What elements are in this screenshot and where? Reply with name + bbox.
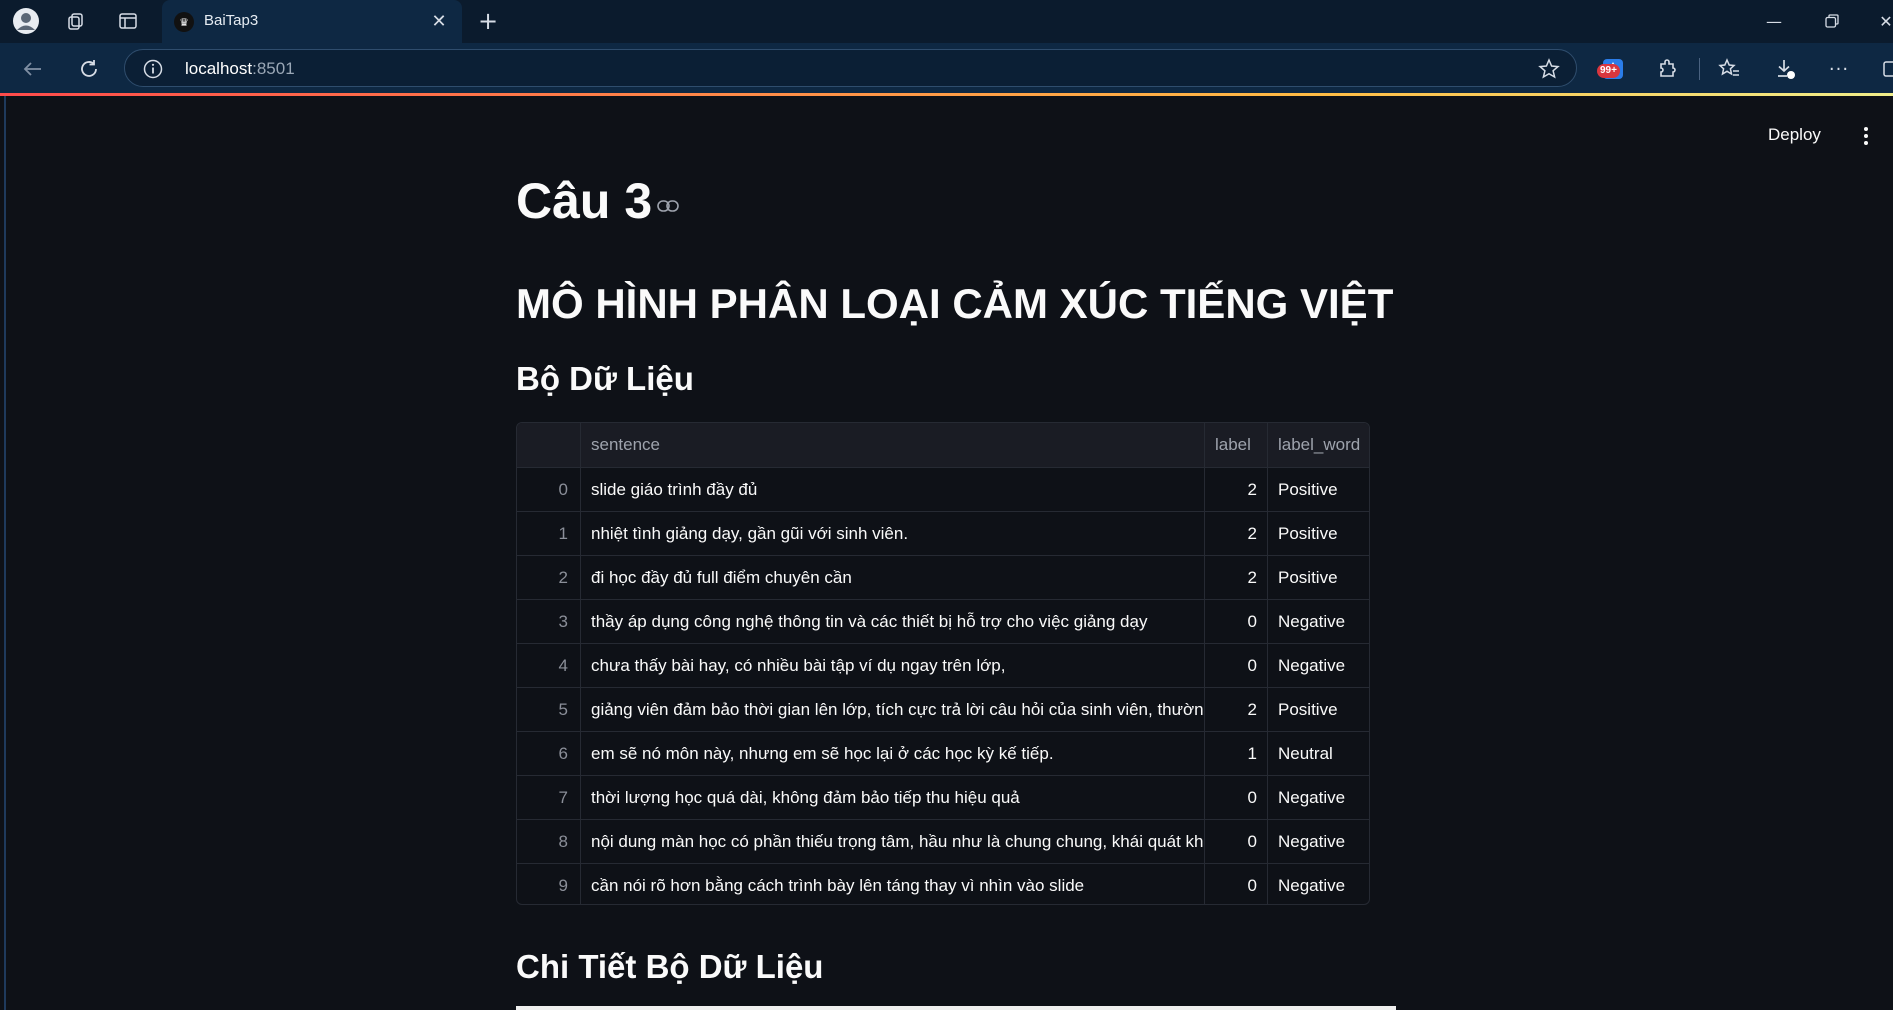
row-index: 3	[517, 600, 581, 644]
table-row[interactable]: 7 thời lượng học quá dài, không đảm bảo …	[517, 776, 1369, 820]
column-header-label-word[interactable]: label_word	[1268, 423, 1369, 467]
downloads-icon[interactable]	[1767, 52, 1803, 86]
label-word-cell[interactable]: Negative	[1268, 600, 1369, 644]
row-index: 2	[517, 556, 581, 600]
table-row[interactable]: 6 em sẽ nó môn này, nhưng em sẽ học lại …	[517, 732, 1369, 776]
main-menu-icon[interactable]	[1858, 124, 1874, 148]
row-index: 6	[517, 732, 581, 776]
label-cell[interactable]: 0	[1205, 644, 1268, 688]
workspaces-icon[interactable]	[60, 6, 92, 36]
label-word-cell[interactable]: Neutral	[1268, 732, 1369, 776]
restore-icon[interactable]	[1812, 6, 1852, 36]
label-cell[interactable]: 2	[1205, 468, 1268, 512]
favorite-star-icon[interactable]	[1538, 58, 1560, 80]
sentence-cell[interactable]: giảng viên đảm bảo thời gian lên lớp, tí…	[581, 688, 1205, 732]
sidebar-icon[interactable]	[1874, 52, 1893, 86]
label-cell[interactable]: 2	[1205, 512, 1268, 556]
extension-badge: 99+	[1597, 64, 1620, 78]
row-index: 1	[517, 512, 581, 556]
deploy-button[interactable]: Deploy	[1768, 125, 1821, 145]
row-index: 5	[517, 688, 581, 732]
sentence-cell[interactable]: chưa thấy bài hay, có nhiều bài tập ví d…	[581, 644, 1205, 688]
streamlit-favicon-icon: ♛	[174, 12, 194, 32]
index-column-header	[517, 423, 581, 467]
label-word-cell[interactable]: Positive	[1268, 512, 1369, 556]
column-header-sentence[interactable]: sentence	[581, 423, 1205, 467]
page-title: Câu 3	[516, 173, 653, 229]
close-tab-icon[interactable]: ✕	[426, 8, 452, 34]
label-cell[interactable]: 0	[1205, 776, 1268, 820]
table-row[interactable]: 2 đi học đầy đủ full điểm chuyên cần 2 P…	[517, 556, 1369, 600]
sentence-cell[interactable]: thời lượng học quá dài, không đảm bảo ti…	[581, 776, 1205, 820]
row-index: 0	[517, 468, 581, 512]
sentence-cell[interactable]: đi học đầy đủ full điểm chuyên cần	[581, 556, 1205, 600]
table-row[interactable]: 0 slide giáo trình đầy đủ 2 Positive	[517, 468, 1369, 512]
tab-title: BaiTap3	[204, 12, 259, 29]
label-cell[interactable]: 0	[1205, 820, 1268, 864]
row-index: 7	[517, 776, 581, 820]
table-header-row: sentence label label_word	[517, 423, 1369, 468]
sentence-cell[interactable]: cần nói rõ hơn bằng cách trình bày lên t…	[581, 864, 1205, 904]
active-tab[interactable]: ♛ BaiTap3 ✕	[162, 0, 462, 43]
label-word-cell[interactable]: Positive	[1268, 468, 1369, 512]
dataset-table[interactable]: sentence label label_word 0 slide giáo t…	[516, 422, 1370, 905]
label-cell[interactable]: 0	[1205, 600, 1268, 644]
browser-tab-bar: ♛ BaiTap3 ✕ + — ✕	[0, 0, 1893, 43]
new-tab-icon[interactable]: +	[472, 6, 504, 36]
sentence-cell[interactable]: slide giáo trình đầy đủ	[581, 468, 1205, 512]
label-word-cell[interactable]: Positive	[1268, 556, 1369, 600]
dataset-details-heading: Chi Tiết Bộ Dữ Liệu	[516, 948, 824, 985]
favorites-icon[interactable]	[1711, 52, 1747, 86]
label-word-cell[interactable]: Positive	[1268, 688, 1369, 732]
address-bar[interactable]: localhost:8501	[124, 49, 1577, 87]
vertical-tabs-icon[interactable]	[112, 6, 144, 36]
label-cell[interactable]: 1	[1205, 732, 1268, 776]
sentence-cell[interactable]: nhiệt tình giảng dạy, gần gũi với sinh v…	[581, 512, 1205, 556]
label-cell[interactable]: 0	[1205, 864, 1268, 904]
table-row[interactable]: 3 thầy áp dụng công nghệ thông tin và cá…	[517, 600, 1369, 644]
profile-avatar-icon[interactable]	[10, 6, 42, 36]
table-row[interactable]: 1 nhiệt tình giảng dạy, gần gũi với sinh…	[517, 512, 1369, 556]
close-window-icon[interactable]: ✕	[1866, 6, 1893, 36]
sentence-cell[interactable]: thầy áp dụng công nghệ thông tin và các …	[581, 600, 1205, 644]
table-row[interactable]: 9 cần nói rõ hơn bằng cách trình bày lên…	[517, 864, 1369, 904]
row-index: 4	[517, 644, 581, 688]
extensions-puzzle-icon[interactable]	[1650, 52, 1686, 86]
sentence-cell[interactable]: em sẽ nó môn này, nhưng em sẽ học lại ở …	[581, 732, 1205, 776]
refresh-icon[interactable]	[72, 53, 106, 85]
url-text: localhost:8501	[185, 59, 295, 78]
row-index: 9	[517, 864, 581, 904]
label-word-cell[interactable]: Negative	[1268, 864, 1369, 904]
sentence-cell[interactable]: nội dung màn học có phần thiếu trọng tâm…	[581, 820, 1205, 864]
back-arrow-icon[interactable]	[16, 53, 50, 85]
label-word-cell[interactable]: Negative	[1268, 644, 1369, 688]
site-info-icon[interactable]	[143, 59, 163, 79]
anchor-link-icon[interactable]	[657, 199, 679, 213]
dataset-heading: Bộ Dữ Liệu	[516, 360, 694, 397]
label-cell[interactable]: 2	[1205, 556, 1268, 600]
toolbar-divider	[1699, 58, 1700, 80]
row-index: 8	[517, 820, 581, 864]
more-menu-icon[interactable]: ···	[1821, 52, 1857, 86]
table-row[interactable]: 8 nội dung màn học có phần thiếu trọng t…	[517, 820, 1369, 864]
main-heading: MÔ HÌNH PHÂN LOẠI CẢM XÚC TIẾNG VIỆT	[516, 280, 1394, 327]
next-element-edge	[516, 1006, 1396, 1010]
column-header-label[interactable]: label	[1205, 423, 1268, 467]
label-word-cell[interactable]: Negative	[1268, 820, 1369, 864]
label-cell[interactable]: 2	[1205, 688, 1268, 732]
label-word-cell[interactable]: Negative	[1268, 776, 1369, 820]
table-row[interactable]: 5 giảng viên đảm bảo thời gian lên lớp, …	[517, 688, 1369, 732]
minimize-icon[interactable]: —	[1754, 6, 1794, 36]
table-row[interactable]: 4 chưa thấy bài hay, có nhiều bài tập ví…	[517, 644, 1369, 688]
